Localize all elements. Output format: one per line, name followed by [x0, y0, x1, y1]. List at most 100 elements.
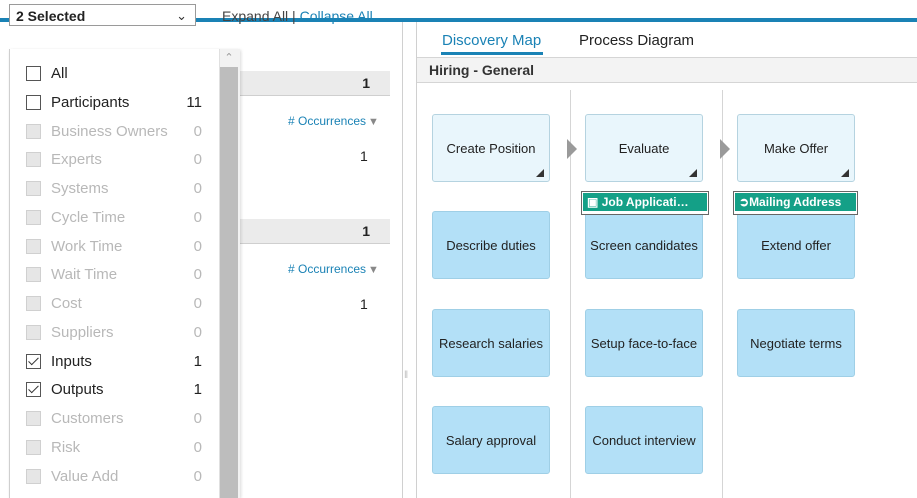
filter-option-count: 1	[193, 353, 202, 370]
filter-option-label: Risk	[51, 439, 81, 456]
expand-all-link[interactable]: Expand All	[222, 8, 288, 24]
filter-option-count: 0	[193, 123, 202, 140]
process-step-box[interactable]: Research salaries	[432, 309, 550, 377]
process-step-box[interactable]: Salary approval	[432, 406, 550, 474]
process-head-box[interactable]: Make Offer	[737, 114, 855, 182]
process-step-box[interactable]: Extend offer	[737, 211, 855, 279]
filter-option-label: Suppliers	[51, 324, 114, 341]
expand-collapse-row: Expand All | Collapse All	[222, 8, 373, 24]
filter-option[interactable]: Suppliers 0	[26, 323, 206, 343]
filter-option[interactable]: Participants 11	[26, 93, 206, 113]
group-header[interactable]: 1	[239, 71, 390, 96]
checkbox[interactable]	[26, 296, 41, 311]
filter-option[interactable]: Customers 0	[26, 409, 206, 429]
scroll-up-icon[interactable]: ⌃	[219, 49, 239, 67]
filter-select-value: 2 Selected	[16, 8, 86, 24]
filter-option-count: 0	[193, 266, 202, 283]
filter-option-label: Business Owners	[51, 123, 168, 140]
process-step-box[interactable]: Conduct interview	[585, 406, 703, 474]
filter-option-label: Customers	[51, 410, 124, 427]
expand-corner-icon[interactable]	[689, 169, 697, 177]
output-tag-label: Mailing Address	[749, 195, 842, 209]
group-header-count: 1	[362, 75, 370, 91]
checkbox[interactable]	[26, 152, 41, 167]
checkbox[interactable]	[26, 382, 41, 397]
filter-option[interactable]: Wait Time 0	[26, 265, 206, 285]
filter-option[interactable]: Inputs 1	[26, 352, 206, 372]
filter-option-label: Wait Time	[51, 266, 118, 283]
output-tag[interactable]: ➲Mailing Address	[733, 191, 858, 215]
filter-option-count: 0	[193, 410, 202, 427]
filter-option[interactable]: Cost 0	[26, 294, 206, 314]
process-head-box[interactable]: Evaluate	[585, 114, 703, 182]
checkbox[interactable]	[26, 440, 41, 455]
checkbox[interactable]	[26, 124, 41, 139]
occurrences-sort[interactable]: # Occurrences ▼	[288, 114, 379, 128]
filter-option-label: Inputs	[51, 353, 92, 370]
sort-down-icon: ▼	[368, 264, 379, 276]
tab-process-diagram[interactable]: Process Diagram	[579, 32, 694, 49]
checkbox[interactable]	[26, 354, 41, 369]
filter-option[interactable]: Systems 0	[26, 179, 206, 199]
checkbox[interactable]	[26, 181, 41, 196]
process-step-box[interactable]: Screen candidates	[585, 211, 703, 279]
checkbox[interactable]	[26, 469, 41, 484]
pane-splitter-handle[interactable]: ‖	[404, 370, 410, 392]
process-head-label: Make Offer	[763, 140, 829, 156]
process-step-box[interactable]: Negotiate terms	[737, 309, 855, 377]
filter-option-count: 1	[193, 381, 202, 398]
sort-down-icon: ▼	[368, 116, 379, 128]
filter-option[interactable]: Value Add 0	[26, 467, 206, 487]
checkbox[interactable]	[26, 267, 41, 282]
checkbox[interactable]	[26, 411, 41, 426]
expand-corner-icon[interactable]	[536, 169, 544, 177]
output-icon: ➲	[739, 195, 750, 209]
filter-option[interactable]: Business Owners 0	[26, 122, 206, 142]
filter-option[interactable]: All	[26, 64, 206, 84]
filter-option-count: 0	[193, 468, 202, 485]
checkbox[interactable]	[26, 325, 41, 340]
input-tag[interactable]: ▣ Job Applicati…	[581, 191, 709, 215]
checkbox[interactable]	[26, 239, 41, 254]
filter-option-count: 0	[193, 209, 202, 226]
filter-option-label: Work Time	[51, 238, 123, 255]
process-step-box[interactable]: Setup face-to-face	[585, 309, 703, 377]
filter-option-label: Cost	[51, 295, 82, 312]
filter-option-count: 0	[193, 439, 202, 456]
checkbox[interactable]	[26, 95, 41, 110]
filter-option[interactable]: Work Time 0	[26, 237, 206, 257]
tab-discovery-map[interactable]: Discovery Map	[442, 32, 541, 49]
filter-option-count: 0	[193, 324, 202, 341]
group-header[interactable]: 1	[239, 219, 390, 244]
filter-option-label: Cycle Time	[51, 209, 126, 226]
collapse-all-link[interactable]: Collapse All	[300, 8, 373, 24]
process-head-label: Create Position	[446, 140, 536, 156]
filter-option-label: Participants	[51, 94, 130, 111]
filter-option[interactable]: Experts 0	[26, 150, 206, 170]
expand-collapse-separator: |	[288, 8, 300, 24]
filter-option[interactable]: Outputs 1	[26, 380, 206, 400]
filter-option-label: Value Add	[51, 468, 119, 485]
input-icon: ▣	[587, 195, 599, 209]
process-head-box[interactable]: Create Position	[432, 114, 550, 182]
scrollbar-thumb[interactable]	[220, 67, 238, 498]
filter-option[interactable]: Cycle Time 0	[26, 208, 206, 228]
process-step-label: Extend offer	[761, 237, 831, 253]
checkbox[interactable]	[26, 210, 41, 225]
chevron-down-icon: ⌄	[176, 8, 187, 23]
occurrences-sort[interactable]: # Occurrences ▼	[288, 262, 379, 276]
filter-option-count: 0	[193, 151, 202, 168]
checkbox[interactable]	[26, 66, 41, 81]
occurrences-label: # Occurrences	[288, 262, 367, 276]
filter-option-label: Systems	[51, 180, 109, 197]
expand-corner-icon[interactable]	[841, 169, 849, 177]
filter-select[interactable]: 2 Selected ⌄	[9, 4, 196, 26]
group-header-count: 1	[362, 223, 370, 239]
process-step-label: Screen candidates	[590, 237, 698, 253]
process-step-box[interactable]: Describe duties	[432, 211, 550, 279]
filter-option[interactable]: Risk 0	[26, 438, 206, 458]
active-tab-indicator	[441, 52, 543, 55]
filter-option-count: 0	[193, 295, 202, 312]
occurrences-value: 1	[360, 296, 368, 312]
map-title: Hiring - General	[429, 62, 535, 78]
